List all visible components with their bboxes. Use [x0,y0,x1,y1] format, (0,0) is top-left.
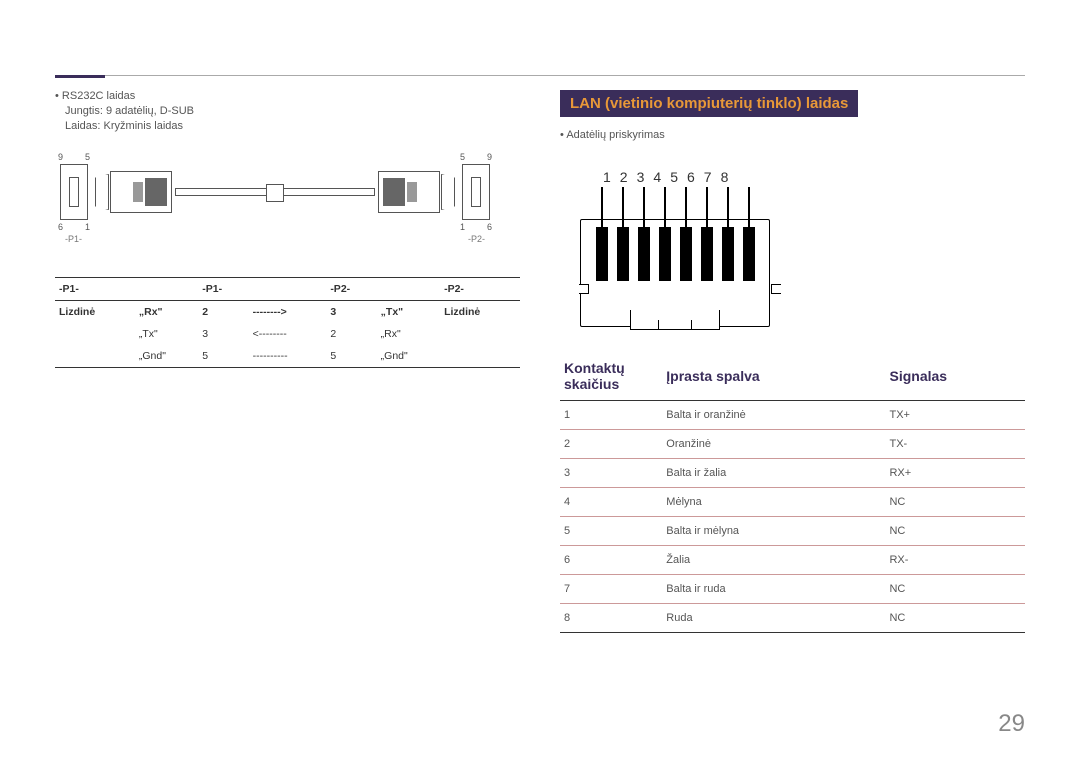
right-column: LAN (vietinio kompiuterių tinklo) laidas… [560,90,1025,633]
table-row: 2OranžinėTX- [560,430,1025,459]
rs232-pin-table: -P1- -P1- -P2- -P2- Lizdinė „Rx" 2 -----… [55,277,520,368]
rj45-pins [596,227,755,281]
table-row: 7Balta ir rudaNC [560,575,1025,604]
lan-table-header: Kontaktų skaičius Įprasta spalva Signala… [560,354,1025,401]
rs232-connector-left [110,171,172,213]
table-row: 1Balta ir oranžinėTX+ [560,401,1025,430]
table-row: „Gnd" 5 ---------- 5 „Gnd" [55,345,520,368]
header-accent [55,75,105,78]
header-divider [55,75,1025,76]
rs232-info: RS232C laidas Jungtis: 9 adatėlių, D-SUB… [55,90,520,132]
bullet-main: RS232C laidas [55,90,520,102]
rs232-trap-l [95,174,109,210]
lan-pinout-table: Kontaktų skaičius Įprasta spalva Signala… [560,354,1025,633]
table-row: 5Balta ir mėlynaNC [560,517,1025,546]
table-row: 6ŽaliaRX- [560,546,1025,575]
lan-header: LAN (vietinio kompiuterių tinklo) laidas [560,90,858,117]
lan-bullet: Adatėlių priskyrimas [560,129,1025,141]
table-row: 8RudaNC [560,604,1025,633]
left-column: RS232C laidas Jungtis: 9 adatėlių, D-SUB… [55,90,520,633]
content-columns: RS232C laidas Jungtis: 9 adatėlių, D-SUB… [55,90,1025,633]
rs232-port-right [462,164,490,220]
bullet-sub2: Laidas: Kryžminis laidas [65,120,520,132]
pin-table-header-row: -P1- -P1- -P2- -P2- [55,278,520,301]
table-row: 4MėlynaNC [560,488,1025,517]
table-row: 3Balta ir žaliaRX+ [560,459,1025,488]
table-row: „Tx" 3 <-------- 2 „Rx" [55,323,520,345]
rs232-diagram: 9 5 6 1 5 9 1 6 -P1- -P2- [55,152,495,252]
table-row: Lizdinė „Rx" 2 --------> 3 „Tx" Lizdinė [55,301,520,324]
rs232-cable-clip [266,184,284,202]
rj45-pin-numbers: 1 2 3 4 5 6 7 8 [603,169,728,185]
rs232-port-left [60,164,88,220]
page-number: 29 [998,710,1025,738]
bullet-sub1: Jungtis: 9 adatėlių, D-SUB [65,105,520,117]
rj45-diagram: 1 2 3 4 5 6 7 8 [580,169,780,329]
rs232-connector-right [378,171,440,213]
rs232-trap-r [441,174,455,210]
